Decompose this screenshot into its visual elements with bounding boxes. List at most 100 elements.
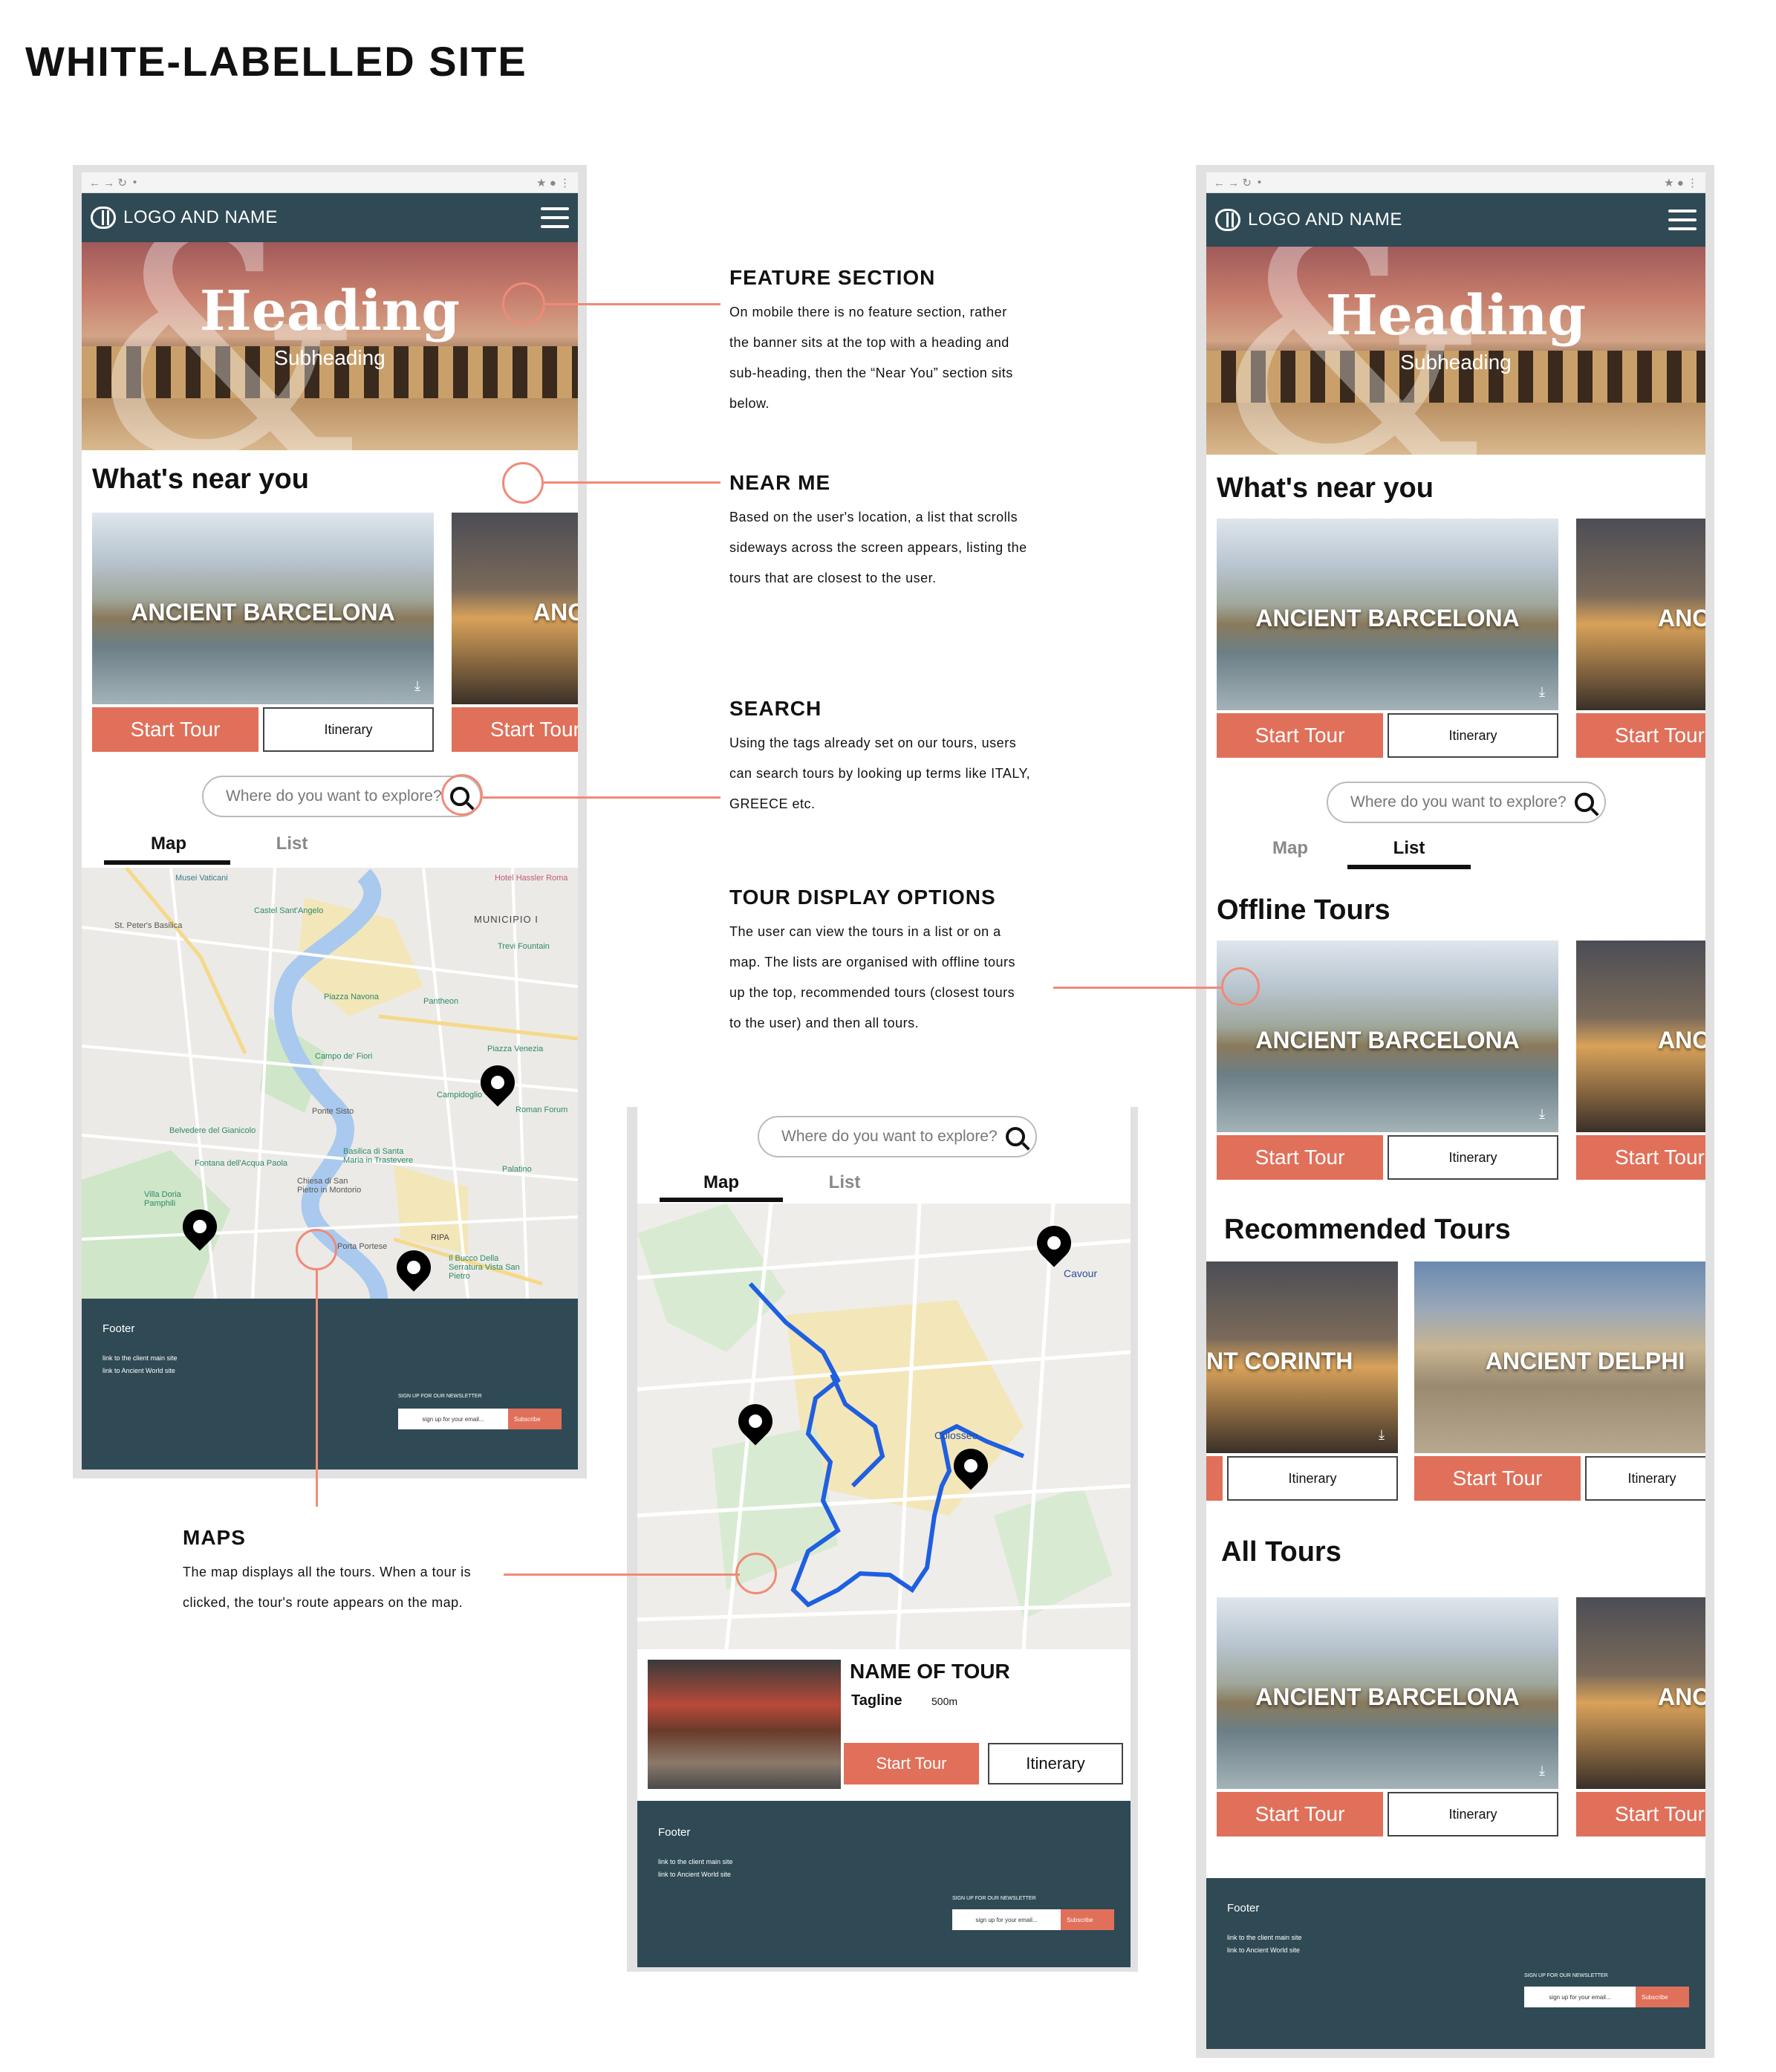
itinerary-button[interactable]: Itinerary [1388,1135,1558,1180]
annotation-title: SEARCH [729,697,822,720]
start-tour-button[interactable]: Start Tour [92,707,258,752]
newsletter-label: SIGN UP FOR OUR NEWSLETTER [1524,1973,1608,1978]
map-label: Cavour [1064,1267,1098,1279]
map-label: St. Peter's Basilica [114,921,183,930]
tour-title: ANC [1658,1027,1705,1054]
tour-card-image[interactable]: ANCIENT BARCELONA ⤓ [1217,1597,1558,1789]
start-tour-button[interactable]: Start Tour [1217,713,1383,758]
start-tour-button[interactable] [1206,1456,1223,1501]
tour-card-image[interactable]: ANC [1576,1597,1705,1789]
start-tour-button[interactable]: Start Tour [1576,713,1705,758]
map-label: Campo de' Fiori [315,1052,373,1061]
start-tour-button[interactable]: Start Tour [1217,1135,1383,1180]
download-icon[interactable]: ⤓ [1539,1763,1545,1779]
footer-title: Footer [658,1826,691,1839]
itinerary-button[interactable]: Itinerary [1227,1456,1398,1501]
footer-link[interactable]: link to the client main site [658,1856,733,1868]
tab-map[interactable]: Map [1229,838,1352,859]
logo-icon[interactable] [1215,209,1240,231]
tab-list[interactable]: List [1347,838,1471,859]
newsletter-email-input[interactable]: sign up for your email... [952,1909,1061,1930]
tab-map[interactable]: Map [660,1172,783,1193]
hero-banner: & Heading Subheading [1206,247,1705,455]
tour-card-image[interactable]: ANCIENT BARCELONA ⤓ [92,513,434,704]
annotation-title: FEATURE SECTION [729,266,936,289]
itinerary-button[interactable]: Itinerary [263,707,434,752]
footer-title: Footer [103,1322,135,1335]
hero-banner: & Heading Subheading [82,242,578,450]
logo-icon[interactable] [91,207,116,229]
start-tour-button[interactable]: Start Tour [1414,1456,1581,1501]
browser-menu-icon[interactable]: ★ ● ⋮ [1664,176,1698,189]
map-view[interactable]: Cavour Colosseo [637,1204,1131,1649]
itinerary-button[interactable]: Itinerary [1388,713,1558,758]
annotation-circle [1221,967,1260,1006]
newsletter-label: SIGN UP FOR OUR NEWSLETTER [398,1394,482,1399]
map-label: MUNICIPIO I [474,914,539,925]
tab-list[interactable]: List [783,1172,906,1193]
start-tour-button[interactable]: Start Tour [452,707,578,752]
hamburger-menu-icon[interactable] [541,207,569,228]
browser-nav-icon[interactable]: ← → ↻ [1214,176,1252,189]
newsletter-email-input[interactable]: sign up for your email... [1524,1987,1636,2007]
subscribe-button[interactable]: Subscribe [1636,1987,1689,2007]
search-bar[interactable]: Where do you want to explore? [202,776,481,817]
start-tour-button[interactable]: Start Tour [1217,1792,1383,1836]
lock-icon: • [1257,176,1262,189]
itinerary-button[interactable]: Itinerary [988,1743,1123,1784]
download-icon[interactable]: ⤓ [1539,684,1545,700]
footer-link[interactable]: link to Ancient World site [658,1868,731,1881]
itinerary-button[interactable]: Itinerary [1388,1792,1558,1836]
browser-menu-icon[interactable]: ★ ● ⋮ [536,176,570,189]
browser-chrome: ← → ↻ • ★ ● ⋮ [82,172,578,193]
tour-card-image[interactable]: NT CORINTH ⤓ [1206,1261,1398,1453]
footer-link[interactable]: link to Ancient World site [103,1365,175,1377]
footer-link[interactable]: link to Ancient World site [1227,1944,1300,1957]
tab-map[interactable]: Map [107,834,230,854]
search-icon[interactable] [1575,793,1594,812]
itinerary-button[interactable]: Itinerary [1585,1456,1705,1501]
tour-card-image[interactable]: ANC [1576,519,1705,710]
start-tour-button[interactable]: Start Tour [1576,1792,1705,1836]
tour-card-image[interactable]: ANCIENT DELPHI [1414,1261,1705,1453]
footer-link[interactable]: link to the client main site [103,1352,178,1365]
tour-title: ANCIENT BARCELONA [1255,1027,1520,1054]
tour-card-image[interactable]: ANC [1576,941,1705,1132]
subscribe-button[interactable]: Subscribe [1061,1909,1114,1930]
tour-card-image[interactable]: ANCIENT BARCELONA ⤓ [1217,519,1558,710]
lock-icon: • [132,176,137,189]
logo-name[interactable]: LOGO AND NAME [123,207,541,228]
search-input[interactable]: Where do you want to explore? [781,1128,1006,1146]
search-bar[interactable]: Where do you want to explore? [758,1116,1037,1157]
subscribe-button[interactable]: Subscribe [508,1409,562,1429]
offline-tours-title: Offline Tours [1217,894,1390,926]
newsletter-label: SIGN UP FOR OUR NEWSLETTER [952,1896,1036,1901]
tour-card-image[interactable]: ANCIENT BARCELONA ⤓ [1217,941,1558,1132]
search-bar[interactable]: Where do you want to explore? [1327,782,1606,823]
download-icon[interactable]: ⤓ [414,678,420,694]
logo-name[interactable]: LOGO AND NAME [1248,210,1668,230]
map-label: Palatino [502,1165,532,1174]
start-tour-button[interactable]: Start Tour [844,1743,979,1784]
start-tour-button[interactable]: Start Tour [1576,1135,1705,1180]
footer-link[interactable]: link to the client main site [1227,1932,1302,1944]
tour-tagline: Tagline [851,1692,902,1709]
tour-card-image[interactable]: ANC [452,513,578,704]
download-icon[interactable]: ⤓ [1539,1106,1545,1122]
page-title: WHITE-LABELLED SITE [25,38,527,85]
map-label: RIPA [431,1233,449,1242]
search-input[interactable]: Where do you want to explore? [226,787,450,805]
tab-list[interactable]: List [230,834,354,854]
right-phone: ← → ↻ • ★ ● ⋮ LOGO AND NAME & Heading Su… [1206,172,1705,2049]
search-input[interactable]: Where do you want to explore? [1350,793,1575,811]
footer: Footer link to the client main site link… [1206,1878,1705,2049]
near-you-title: What's near you [92,464,309,495]
browser-nav-icon[interactable]: ← → ↻ [89,176,127,189]
newsletter-email-input[interactable]: sign up for your email... [398,1409,508,1429]
hamburger-menu-icon[interactable] [1668,210,1697,230]
left-phone: ← → ↻ • ★ ● ⋮ LOGO AND NAME & Heading Su… [82,172,578,1469]
annotation-body: On mobile there is no feature section, r… [729,305,1013,411]
download-icon[interactable]: ⤓ [1379,1427,1385,1443]
annotation-body: Based on the user's location, a list tha… [729,510,1027,585]
search-icon[interactable] [1006,1127,1025,1146]
